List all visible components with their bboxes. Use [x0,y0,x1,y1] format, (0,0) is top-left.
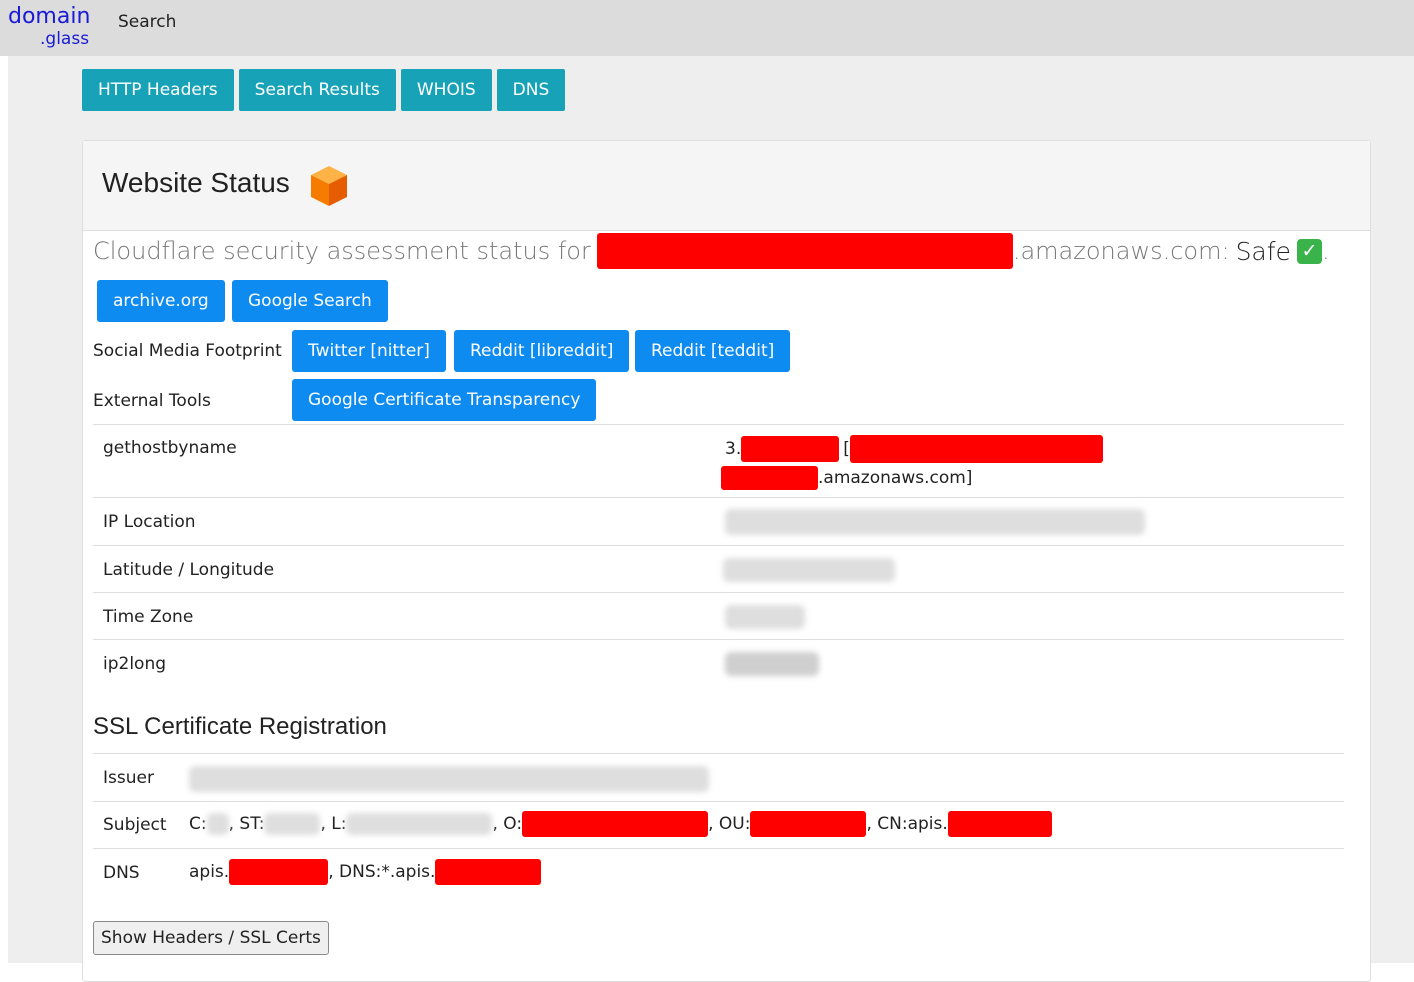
status-suffix: .amazonaws.com: [1012,237,1230,265]
status-prefix: Cloudflare security assessment status fo… [93,237,591,265]
subject-key: Subject [103,815,167,835]
status-result: Safe [1235,236,1291,266]
tab-whois[interactable]: WHOIS [400,69,492,111]
tab-bar: HTTP Headers Search Results WHOIS DNS [82,69,566,111]
subject-o: , O: [492,814,523,834]
redacted-ip [741,436,840,462]
row-gethostbyname: gethostbyname 3. [ .amazonaws.com] [93,424,1344,498]
row-issuer: Issuer [93,753,1344,802]
ssl-section-title: SSL Certificate Registration [93,713,387,740]
row-ip-location: IP Location [93,497,1344,546]
archive-org-button[interactable]: archive.org [97,280,225,322]
subject-ou: , OU: [708,814,751,834]
blurred-latlong [723,558,895,582]
latlong-key: Latitude / Longitude [103,560,275,580]
tab-dns[interactable]: DNS [496,69,566,111]
redacted-hostname [596,233,1013,269]
redacted-dns-1 [229,859,329,885]
gethostbyname-value: 3. [ .amazonaws.com] [721,435,1125,495]
redacted-ou [750,811,867,837]
blurred-ip2long [725,652,819,676]
subject-c: C: [189,814,207,834]
green-check-icon: ✓ [1296,238,1322,264]
nav-search-link[interactable]: Search [118,12,176,32]
dns-part-b: , DNS:*.apis. [328,862,436,882]
security-status-line: Cloudflare security assessment status fo… [93,233,1330,269]
redacted-dns-2 [435,859,542,885]
gethostbyname-prefix: 3. [725,439,742,459]
status-end: . [1321,237,1330,265]
row-dns: DNS apis. , DNS:*.apis. [93,848,1344,899]
timezone-key: Time Zone [103,607,194,627]
blurred-country [206,813,229,835]
gethostbyname-bracket: [ [843,439,850,459]
subject-l: , L: [320,814,347,834]
dns-key: DNS [103,863,140,883]
issuer-key: Issuer [103,768,154,788]
subject-st: , ST: [228,814,265,834]
subject-cn: , CN:apis. [866,814,948,834]
tab-http-headers[interactable]: HTTP Headers [82,69,234,111]
subject-value: C: , ST: , L: , O: , OU: , CN:apis. [189,811,1052,837]
google-cert-transparency-button[interactable]: Google Certificate Transparency [292,379,597,421]
card-title: Website Status [102,167,290,198]
redacted-host-2 [721,466,818,490]
blurred-locality [346,813,493,835]
ip2long-key: ip2long [103,654,167,674]
twitter-nitter-button[interactable]: Twitter [nitter] [292,330,446,372]
row-subject: Subject C: , ST: , L: , O: , OU: , CN:ap… [93,801,1344,849]
reddit-libreddit-button[interactable]: Reddit [libreddit] [454,330,630,372]
blurred-issuer [189,766,709,792]
top-navbar: domain .glass Search [0,0,1414,56]
show-headers-ssl-button[interactable]: Show Headers / SSL Certs [93,921,329,955]
reddit-teddit-button[interactable]: Reddit [teddit] [635,330,791,372]
blurred-timezone [725,605,805,629]
gethostbyname-key: gethostbyname [103,438,237,458]
brand-logo[interactable]: domain .glass [8,6,90,48]
social-media-label: Social Media Footprint [93,341,282,361]
redacted-org [522,811,709,837]
brand-line2: .glass [40,29,90,49]
page-content: HTTP Headers Search Results WHOIS DNS We… [8,56,1414,982]
ip-location-key: IP Location [103,512,196,532]
google-search-button[interactable]: Google Search [232,280,388,322]
brand-line1: domain [8,4,91,29]
row-timezone: Time Zone [93,592,1344,640]
blurred-state [264,813,321,835]
row-latlong: Latitude / Longitude [93,545,1344,593]
external-tools-label: External Tools [93,391,211,411]
row-ip2long: ip2long [93,639,1344,687]
orange-cube-icon [311,166,347,206]
card-header: Website Status [83,141,1370,231]
website-status-card: Website Status Cloudflare security asses… [82,140,1371,982]
dns-part-a: apis. [189,862,230,882]
blurred-ip-location [725,509,1145,535]
dns-value: apis. , DNS:*.apis. [189,859,542,885]
redacted-cn [947,811,1052,837]
redacted-host [849,435,1103,463]
gethostbyname-suffix: .amazonaws.com] [818,468,973,488]
tab-search-results[interactable]: Search Results [238,69,396,111]
